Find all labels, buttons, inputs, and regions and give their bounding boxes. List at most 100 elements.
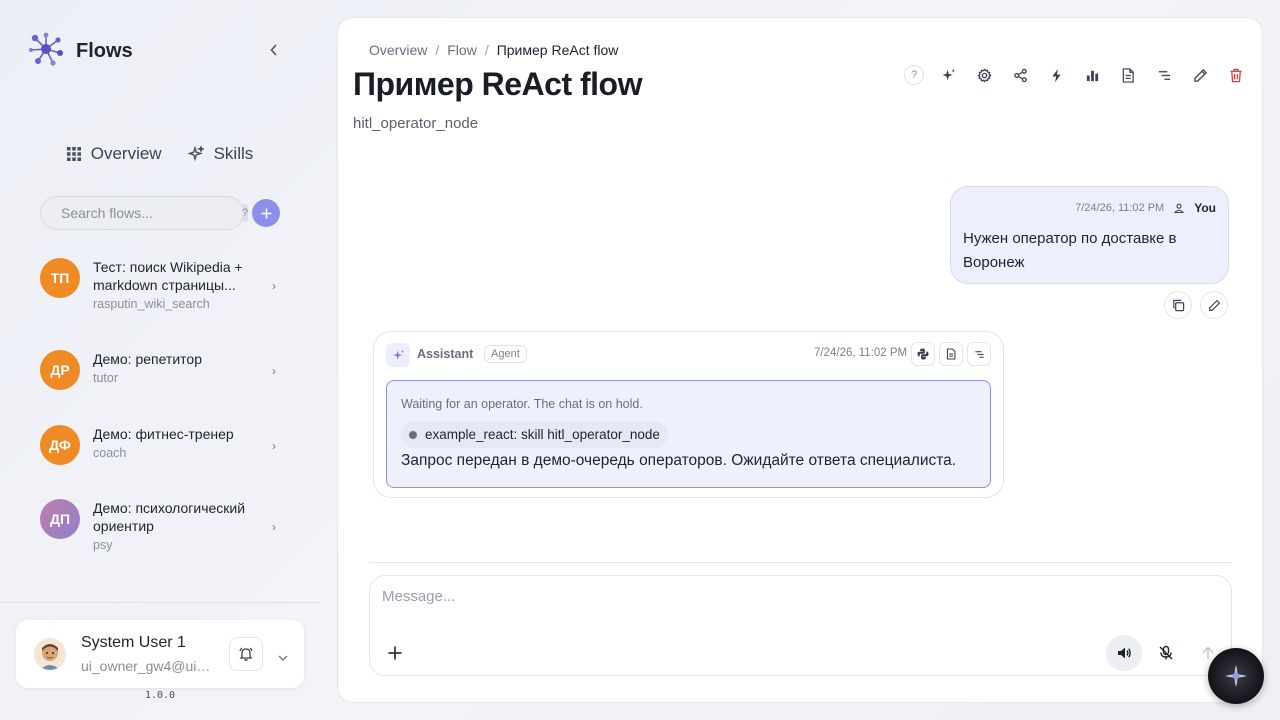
triggers-button[interactable] bbox=[1038, 64, 1074, 86]
sparkle-star-icon bbox=[1225, 665, 1247, 687]
flow-title: Демо: репетитор bbox=[93, 351, 202, 367]
skill-chip-label: example_react: skill hitl_operator_node bbox=[425, 427, 660, 442]
mic-off-button[interactable] bbox=[1148, 635, 1184, 671]
brand[interactable]: Flows bbox=[28, 31, 133, 72]
flows-logo-icon bbox=[28, 31, 64, 72]
chevron-right-icon: › bbox=[272, 519, 276, 534]
flow-toolbar: ? bbox=[904, 64, 1254, 86]
user-icon bbox=[1174, 203, 1185, 213]
settings-button[interactable] bbox=[966, 64, 1002, 86]
mic-off-icon bbox=[1159, 645, 1173, 660]
plus-icon bbox=[388, 646, 402, 660]
list-icon bbox=[974, 350, 984, 358]
user-card: System User 1 ui_owner_gw4@ui_... bbox=[16, 620, 304, 688]
assistant-name: Assistant bbox=[417, 347, 474, 361]
message-logs-button[interactable] bbox=[967, 342, 991, 366]
document-icon bbox=[946, 348, 956, 360]
message-composer bbox=[369, 575, 1232, 676]
search-box: ? bbox=[40, 196, 249, 230]
nav-overview-label: Overview bbox=[90, 144, 162, 163]
delete-button[interactable] bbox=[1218, 64, 1254, 86]
breadcrumb-overview[interactable]: Overview bbox=[369, 42, 427, 58]
user-name: System User 1 bbox=[81, 634, 186, 651]
avatar[interactable] bbox=[34, 638, 66, 670]
search-input[interactable] bbox=[61, 205, 242, 221]
nav-skills-label: Skills bbox=[213, 144, 254, 163]
bar-chart-icon bbox=[1086, 70, 1098, 81]
copy-icon bbox=[1172, 299, 1184, 311]
plus-icon bbox=[261, 208, 271, 218]
python-icon bbox=[917, 348, 929, 360]
share-button[interactable] bbox=[1002, 64, 1038, 86]
flow-list-item[interactable]: ТП Тест: поиск Wikipedia + markdown стра… bbox=[40, 258, 280, 311]
flow-list-item[interactable]: ДП Демо: психологический ориентир psy › bbox=[40, 499, 280, 552]
flow-title: Тест: поиск Wikipedia + markdown страниц… bbox=[93, 259, 243, 293]
flow-slug: psy bbox=[93, 538, 113, 552]
python-code-button[interactable] bbox=[911, 342, 935, 366]
copy-message-button[interactable] bbox=[1164, 291, 1192, 319]
page-subtitle: hitl_operator_node bbox=[353, 115, 479, 132]
flow-avatar: ТП bbox=[40, 258, 80, 298]
nav-overview[interactable]: Overview bbox=[66, 144, 162, 164]
sidebar-divider bbox=[0, 602, 320, 603]
message-author: You bbox=[1194, 201, 1216, 215]
flow-slug: rasputin_wiki_search bbox=[93, 297, 210, 311]
flow-avatar: ДП bbox=[40, 499, 80, 539]
chevron-right-icon: › bbox=[272, 364, 276, 378]
message-time: 7/24/26, 11:02 PM bbox=[814, 347, 908, 359]
chevron-down-icon[interactable] bbox=[278, 648, 288, 666]
message-document-button[interactable] bbox=[939, 342, 963, 366]
breadcrumb: Overview / Flow / Пример ReAct flow bbox=[369, 42, 618, 58]
trash-icon bbox=[1230, 68, 1242, 82]
chevron-right-icon: › bbox=[272, 278, 276, 293]
message-meta: 7/24/26, 11:02 PM You bbox=[1075, 201, 1216, 215]
message-input[interactable] bbox=[382, 588, 1182, 618]
composer-divider bbox=[369, 562, 1232, 563]
assistant-message: Assistant Agent 7/24/26, 11:02 PM Waitin… bbox=[373, 331, 1004, 498]
list-icon bbox=[1158, 70, 1170, 80]
document-icon bbox=[1122, 67, 1134, 83]
skill-chip[interactable]: example_react: skill hitl_operator_node bbox=[401, 421, 668, 448]
gear-icon bbox=[976, 67, 992, 83]
flow-list-item[interactable]: ДФ Демо: фитнес-тренер coach › bbox=[40, 425, 280, 465]
pencil-icon bbox=[1208, 299, 1220, 311]
speaker-toggle-button[interactable] bbox=[1106, 635, 1142, 671]
agent-badge: Agent bbox=[484, 345, 527, 363]
nav-skills[interactable]: Skills bbox=[187, 144, 254, 164]
brand-name: Flows bbox=[76, 40, 133, 62]
status-dot bbox=[409, 430, 417, 439]
chevron-right-icon: › bbox=[272, 439, 276, 453]
speaker-icon bbox=[1118, 647, 1131, 659]
sparkles-icon bbox=[187, 146, 204, 162]
document-button[interactable] bbox=[1110, 64, 1146, 86]
edit-message-button[interactable] bbox=[1200, 291, 1228, 319]
help-button[interactable]: ? bbox=[904, 65, 924, 85]
user-message: 7/24/26, 11:02 PM You Нужен оператор по … bbox=[950, 186, 1229, 284]
add-flow-button[interactable] bbox=[252, 199, 280, 227]
chevron-left-icon bbox=[270, 44, 277, 56]
operator-hold-box: Waiting for an operator. The chat is on … bbox=[386, 380, 991, 488]
notifications-button[interactable] bbox=[229, 637, 263, 671]
app-version: 1.0.0 bbox=[144, 690, 176, 701]
attach-button[interactable] bbox=[384, 642, 406, 664]
analytics-button[interactable] bbox=[1074, 64, 1110, 86]
message-text: Нужен оператор по доставке в Воронеж bbox=[963, 230, 1177, 271]
page-title: Пример ReAct flow bbox=[353, 66, 642, 102]
flow-list-item[interactable]: ДР Демо: репетитор tutor › bbox=[40, 350, 280, 390]
flow-title: Демо: фитнес-тренер bbox=[93, 426, 234, 442]
assistant-orb-button[interactable] bbox=[1208, 648, 1264, 704]
breadcrumb-separator: / bbox=[435, 42, 440, 58]
breadcrumb-flow[interactable]: Flow bbox=[447, 42, 477, 58]
message-actions bbox=[1164, 291, 1228, 319]
share-icon bbox=[1013, 68, 1027, 82]
ai-assist-button[interactable] bbox=[930, 64, 966, 86]
logs-button[interactable] bbox=[1146, 64, 1182, 86]
flow-avatar: ДФ bbox=[40, 425, 80, 465]
breadcrumb-current: Пример ReAct flow bbox=[496, 42, 619, 58]
edit-button[interactable] bbox=[1182, 64, 1218, 86]
flow-title: Демо: психологический ориентир bbox=[93, 500, 246, 534]
bell-icon bbox=[239, 647, 253, 661]
search-help-button[interactable]: ? bbox=[242, 204, 249, 222]
collapse-sidebar-button[interactable] bbox=[264, 40, 284, 60]
breadcrumb-separator: / bbox=[484, 42, 489, 58]
